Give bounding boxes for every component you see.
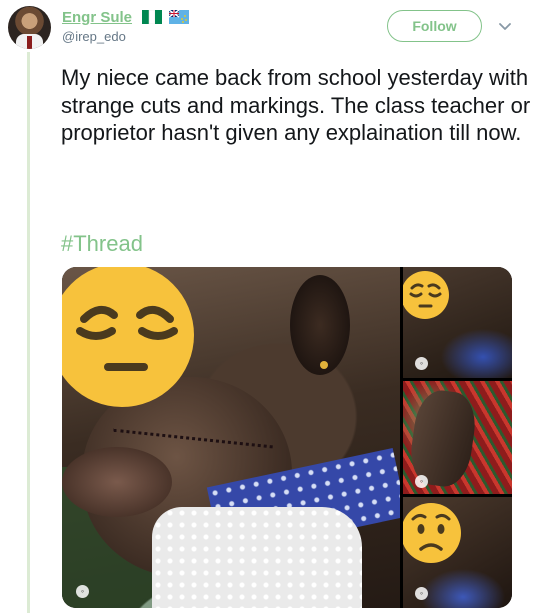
- photo-middle-right[interactable]: ◦: [403, 381, 512, 494]
- photo-earring: [320, 361, 328, 369]
- hashtag-link[interactable]: #Thread: [61, 231, 143, 257]
- avatar[interactable]: [8, 6, 51, 49]
- photo-bottom-right[interactable]: ◦: [403, 497, 512, 608]
- photo-main[interactable]: ◦: [62, 267, 400, 608]
- alt-badge-icon: ◦: [76, 585, 89, 598]
- author-handle[interactable]: @irep_edo: [62, 29, 189, 44]
- worried-face-icon: [403, 503, 461, 563]
- photo-white-fabric: [152, 507, 362, 608]
- photo-arm: [406, 387, 480, 490]
- alt-badge-icon: ◦: [415, 475, 428, 488]
- chevron-down-icon[interactable]: [497, 18, 513, 34]
- photo-ear: [290, 275, 350, 375]
- media-grid: ◦ ◦ ◦ ◦: [62, 267, 512, 608]
- alt-badge-icon: ◦: [415, 357, 428, 370]
- thread-connector-line: [27, 52, 30, 613]
- photo-lips: [62, 447, 172, 517]
- nigeria-flag-icon: [142, 10, 163, 24]
- pensive-face-icon: [62, 267, 194, 407]
- pensive-face-icon: [403, 271, 449, 319]
- photo-top-right[interactable]: ◦: [403, 267, 512, 378]
- alt-badge-icon: ◦: [415, 587, 428, 600]
- tuvalu-flag-icon: [168, 10, 189, 24]
- avatar-tie: [27, 36, 32, 49]
- author-block: Engr Sule @irep_edo: [62, 9, 189, 44]
- tweet-text: My niece came back from school yesterday…: [61, 65, 531, 145]
- author-name[interactable]: Engr Sule: [62, 9, 132, 26]
- follow-button[interactable]: Follow: [387, 10, 482, 42]
